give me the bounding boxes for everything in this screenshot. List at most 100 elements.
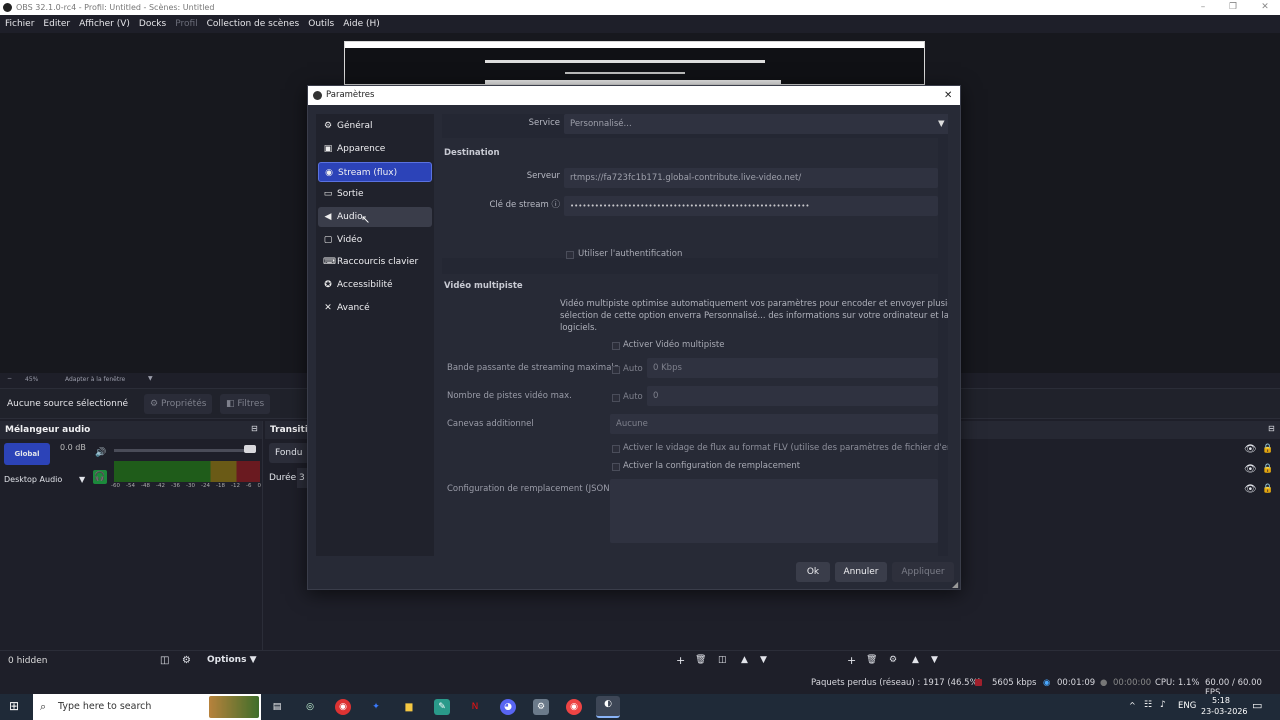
menu-profil[interactable]: Profil: [175, 19, 197, 29]
global-channel-chip[interactable]: Global: [4, 443, 50, 465]
server-input[interactable]: rtmps://fa723fc1b171.global-contribute.l…: [564, 168, 938, 188]
trash-icon[interactable]: 🗑: [866, 655, 877, 665]
nav-video[interactable]: ▢ Vidéo: [318, 230, 432, 250]
move-up-icon[interactable]: ▲: [912, 655, 919, 665]
settings-app-icon[interactable]: ⚙: [533, 699, 549, 715]
close-icon[interactable]: ✕: [1256, 0, 1274, 15]
volume-slider-handle[interactable]: [244, 445, 256, 453]
chrome-icon[interactable]: ◉: [335, 699, 351, 715]
eye-icon[interactable]: 👁: [1244, 484, 1257, 495]
apply-button[interactable]: Appliquer: [892, 562, 954, 582]
trash-icon[interactable]: 🗑: [695, 655, 706, 665]
file-explorer-icon[interactable]: ▆: [401, 699, 417, 715]
menu-bar: Fichier Editer Afficher (V) Docks Profil…: [0, 15, 1280, 33]
status-bar: Paquets perdus (réseau) : 1917 (46.5%) 5…: [0, 672, 1280, 698]
override-json-textarea[interactable]: [610, 479, 938, 543]
chrome-profile-icon[interactable]: ◉: [566, 699, 582, 715]
steam-icon[interactable]: ◎: [302, 699, 318, 715]
max-tracks-auto-checkbox[interactable]: [612, 394, 620, 402]
nav-accessibility[interactable]: ✪ Accessibilité: [318, 275, 432, 295]
close-icon[interactable]: ✕: [944, 86, 952, 105]
add-icon[interactable]: +: [847, 654, 856, 667]
notepad-icon[interactable]: ✎: [434, 699, 450, 715]
ok-button[interactable]: Ok: [796, 562, 830, 582]
transition-select[interactable]: Fondu: [269, 443, 309, 463]
notification-icon[interactable]: ▭: [1252, 699, 1262, 712]
taskbar-search[interactable]: ⌕ Type here to search: [33, 694, 261, 720]
volume-slider[interactable]: [114, 449, 254, 452]
menu-outils[interactable]: Outils: [308, 19, 334, 29]
nav-stream[interactable]: ◉ Stream (flux): [318, 162, 432, 182]
use-auth-checkbox[interactable]: [566, 251, 574, 259]
properties-button[interactable]: ⚙ Propriétés: [144, 394, 212, 414]
task-view-icon[interactable]: ▤: [269, 699, 285, 715]
nav-appearance[interactable]: ▣ Apparence: [318, 139, 432, 159]
duration-input[interactable]: 3: [297, 468, 307, 488]
gear-icon[interactable]: ⚙: [889, 655, 897, 665]
windows-start-icon[interactable]: ⊞: [9, 699, 19, 713]
minimize-icon[interactable]: –: [1194, 0, 1212, 15]
chevron-down-icon[interactable]: ▼: [79, 475, 85, 484]
enable-multitrack-checkbox[interactable]: [612, 342, 620, 350]
zoom-dropdown-icon[interactable]: ▼: [148, 375, 153, 382]
menu-fichier[interactable]: Fichier: [5, 19, 34, 29]
menu-afficher[interactable]: Afficher (V): [79, 19, 130, 29]
hidden-count: 0 hidden: [8, 656, 48, 666]
override-config-label: Activer la configuration de remplacement: [623, 461, 801, 471]
maximize-icon[interactable]: ❐: [1224, 0, 1242, 15]
headphones-icon[interactable]: 🎧: [93, 470, 107, 484]
dock-menu-icon[interactable]: ⊟: [251, 424, 258, 433]
max-tracks-input[interactable]: 0: [647, 386, 938, 406]
cpu-usage: CPU: 1.1%: [1155, 678, 1200, 688]
dialog-titlebar: Paramètres ✕: [308, 86, 960, 105]
nav-audio[interactable]: ◀ Audio: [318, 207, 432, 227]
network-icon[interactable]: ☷: [1144, 700, 1152, 710]
move-up-icon[interactable]: ▲: [741, 655, 748, 665]
nav-hotkeys[interactable]: ⌨ Raccourcis clavier: [318, 252, 432, 272]
lock-icon[interactable]: 🔒: [1262, 464, 1273, 474]
tray-chevron-icon[interactable]: ^: [1129, 701, 1136, 710]
clock-date[interactable]: 23-03-2026: [1201, 707, 1248, 716]
zoom-fit[interactable]: Adapter à la fenêtre: [65, 376, 125, 383]
gear-icon[interactable]: ⚙: [182, 655, 191, 666]
max-bandwidth-auto-checkbox[interactable]: [612, 366, 620, 374]
menu-editer[interactable]: Editer: [43, 19, 70, 29]
extra-canvas-select[interactable]: Aucune: [610, 414, 938, 434]
nav-advanced[interactable]: ✕ Avancé: [318, 298, 432, 318]
obs-taskbar-icon[interactable]: ◐: [596, 696, 620, 718]
volume-icon[interactable]: ♪: [1160, 700, 1166, 710]
layout-icon[interactable]: ◫: [160, 655, 169, 666]
zoom-out-icon[interactable]: −: [7, 375, 12, 382]
cactus-widget-icon[interactable]: [209, 696, 259, 718]
eye-icon[interactable]: 👁: [1244, 464, 1257, 475]
clock-time[interactable]: 5:18: [1212, 696, 1230, 705]
max-bandwidth-input[interactable]: 0 Kbps: [647, 358, 938, 378]
eye-icon[interactable]: 👁: [1244, 444, 1257, 455]
resize-grip-icon[interactable]: ◢: [952, 580, 958, 589]
gemini-icon[interactable]: ✦: [368, 699, 384, 715]
cancel-button[interactable]: Annuler: [835, 562, 887, 582]
flv-dump-checkbox[interactable]: [612, 445, 620, 453]
discord-icon[interactable]: ◕: [500, 699, 516, 715]
menu-scene-collection[interactable]: Collection de scènes: [207, 19, 300, 29]
netflix-icon[interactable]: N: [467, 699, 483, 715]
nav-output[interactable]: ▭ Sortie: [318, 184, 432, 204]
service-select[interactable]: Personnalisé... ▼: [564, 114, 948, 134]
speaker-icon[interactable]: 🔊: [95, 448, 106, 458]
destination-heading: Destination: [444, 148, 500, 158]
menu-aide[interactable]: Aide (H): [343, 19, 380, 29]
filters-button[interactable]: ◧ Filtres: [220, 394, 270, 414]
lock-icon[interactable]: 🔒: [1262, 444, 1273, 454]
lock-icon[interactable]: 🔒: [1262, 484, 1273, 494]
move-down-icon[interactable]: ▼: [760, 655, 767, 665]
options-button[interactable]: Options ▼: [207, 655, 257, 665]
move-down-icon[interactable]: ▼: [931, 655, 938, 665]
override-config-checkbox[interactable]: [612, 463, 620, 471]
language-indicator[interactable]: ENG: [1178, 701, 1196, 711]
dock-menu-icon[interactable]: ⊟: [1268, 424, 1275, 433]
add-icon[interactable]: +: [676, 654, 685, 667]
nav-general[interactable]: ⚙ Général: [318, 116, 432, 136]
stream-key-input[interactable]: ••••••••••••••••••••••••••••••••••••••••…: [564, 196, 938, 216]
menu-docks[interactable]: Docks: [139, 19, 166, 29]
filter-icon[interactable]: ◫: [718, 655, 727, 665]
